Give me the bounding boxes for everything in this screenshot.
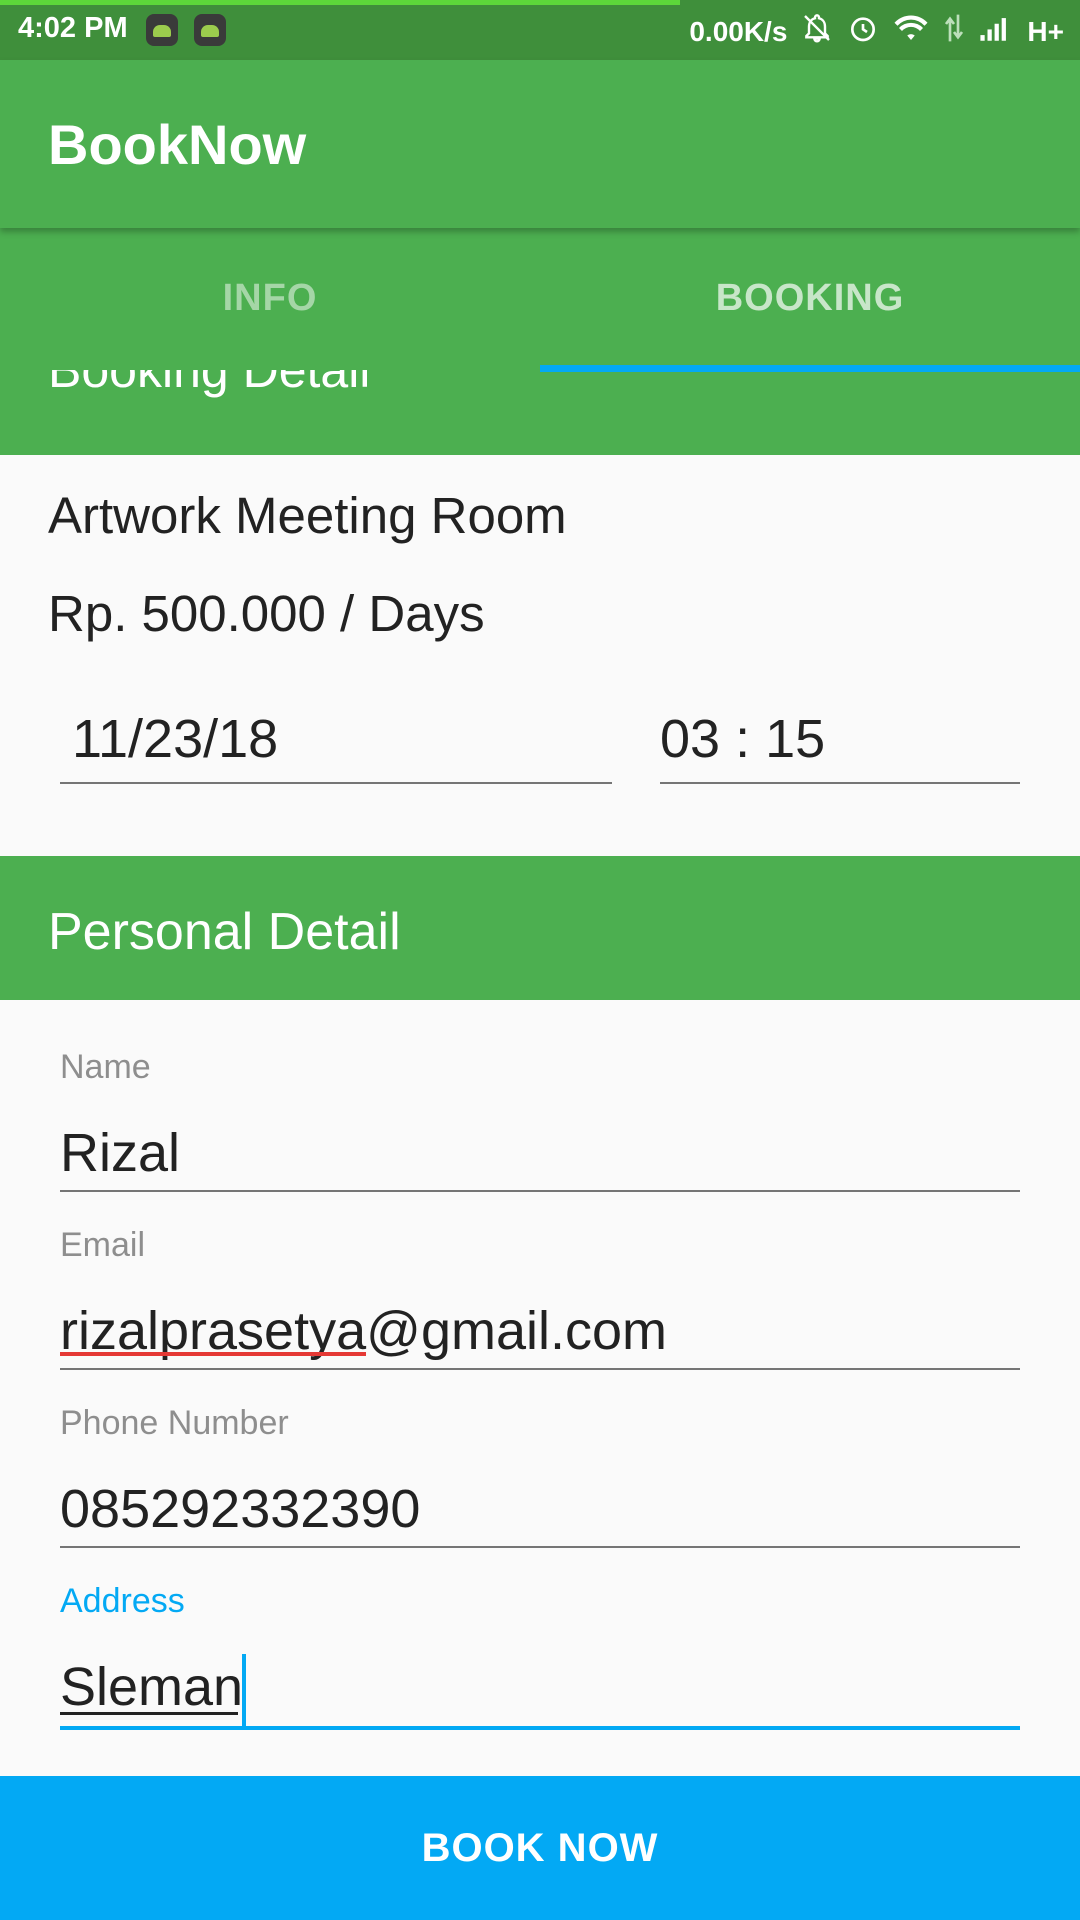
room-price: Rp. 500.000 / Days: [48, 585, 485, 642]
tab-bar: INFO BOOKING: [0, 228, 1080, 372]
address-value: Sleman: [60, 1657, 244, 1717]
address-label: Address: [60, 1582, 185, 1620]
status-right-group: 0.00K/s H+: [689, 12, 1064, 52]
alarm-icon: [847, 12, 879, 52]
time-picker-field[interactable]: 03 : 15: [660, 712, 1020, 784]
status-time: 4:02 PM: [18, 12, 128, 44]
email-label: Email: [60, 1226, 146, 1264]
email-input[interactable]: rizalprasetya@gmail.com: [60, 1300, 1020, 1370]
android-icon: [194, 14, 226, 46]
status-progress-bar: [0, 0, 680, 5]
personal-detail-header: Personal Detail: [0, 856, 1080, 1000]
spellcheck-underline: [60, 1352, 366, 1356]
network-type: H+: [1027, 16, 1064, 47]
phone-input[interactable]: 085292332390: [60, 1478, 1020, 1548]
signal-icon: [979, 13, 1013, 51]
personal-detail-title: Personal Detail: [48, 903, 401, 961]
data-arrows-icon: [943, 12, 965, 52]
tab-booking[interactable]: BOOKING: [540, 228, 1080, 368]
phone-label: Phone Number: [60, 1404, 289, 1442]
net-speed: 0.00K/s: [689, 16, 788, 47]
name-label: Name: [60, 1048, 151, 1086]
app-bar: BookNow: [0, 60, 1080, 228]
date-picker-field[interactable]: 11/23/18: [60, 712, 612, 784]
tab-info[interactable]: INFO: [0, 228, 540, 368]
status-bar: 4:02 PM 0.00K/s H+: [0, 0, 1080, 60]
android-icon: [146, 14, 178, 46]
name-input[interactable]: Rizal: [60, 1122, 1020, 1192]
app-title: BookNow: [48, 113, 307, 176]
room-name: Artwork Meeting Room: [48, 487, 567, 544]
tab-indicator: [540, 365, 1080, 372]
text-cursor: [242, 1654, 246, 1726]
wifi-icon: [893, 12, 929, 52]
book-now-button[interactable]: BOOK NOW: [0, 1776, 1080, 1920]
bell-off-icon: [801, 12, 833, 52]
composing-underline: [60, 1712, 238, 1715]
address-input[interactable]: Sleman: [60, 1654, 1020, 1730]
